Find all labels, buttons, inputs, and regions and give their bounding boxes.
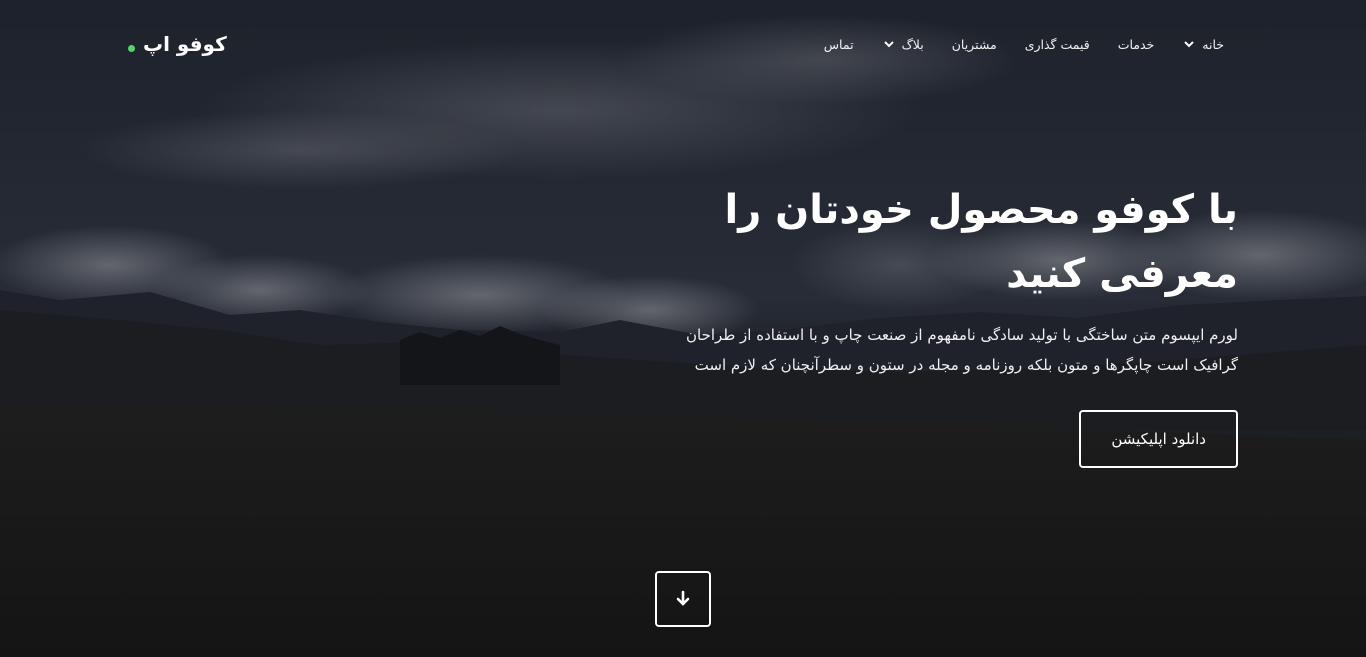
chevron-down-icon [1184, 41, 1194, 48]
nav-item-home[interactable]: خانه [1168, 37, 1238, 52]
brand-name: کوفو اپ [143, 32, 227, 56]
nav-item-label: بلاگ [901, 36, 924, 52]
chevron-down-icon [883, 41, 894, 48]
nav-item-label: خدمات [1117, 36, 1155, 52]
nav-item-label: مشتریان [951, 36, 997, 52]
navbar: کوفو اپ خانه خدمات قیمت گذاری مشتریان بل… [128, 26, 1238, 62]
hero-headline-line1: با کوفو محصول خودتان را [724, 187, 1239, 233]
brand-dot-icon [128, 44, 135, 52]
scroll-down-button[interactable] [655, 571, 711, 627]
main-nav: خانه خدمات قیمت گذاری مشتریان بلاگ تماس [810, 37, 1238, 52]
nav-item-blog[interactable]: بلاگ [868, 37, 938, 52]
brand-logo[interactable]: کوفو اپ [128, 32, 227, 56]
hero-section: کوفو اپ خانه خدمات قیمت گذاری مشتریان بل… [0, 0, 1366, 657]
hero-description-line1: لورم ایپسوم متن ساختگی با تولید سادگی نا… [686, 326, 1238, 344]
hero-headline: با کوفو محصول خودتان را معرفی کنید [638, 178, 1239, 306]
hero-content: با کوفو محصول خودتان را معرفی کنید لورم … [638, 178, 1238, 468]
hero-description-line2: گرافیک است چاپگرها و متون بلکه روزنامه و… [694, 356, 1238, 374]
nav-item-services[interactable]: خدمات [1104, 37, 1169, 52]
arrow-down-icon [676, 590, 690, 606]
download-app-button[interactable]: دانلود اپلیکیشن [1079, 410, 1238, 468]
nav-item-pricing[interactable]: قیمت گذاری [1011, 37, 1104, 52]
nav-item-contact[interactable]: تماس [810, 37, 868, 52]
nav-item-label: تماس [823, 36, 854, 52]
nav-item-label: خانه [1202, 36, 1224, 52]
nav-item-label: قیمت گذاری [1024, 36, 1090, 52]
nav-item-customers[interactable]: مشتریان [938, 37, 1011, 52]
hero-headline-line2: معرفی کنید [1006, 251, 1238, 297]
hero-description: لورم ایپسوم متن ساختگی با تولید سادگی نا… [638, 320, 1238, 380]
